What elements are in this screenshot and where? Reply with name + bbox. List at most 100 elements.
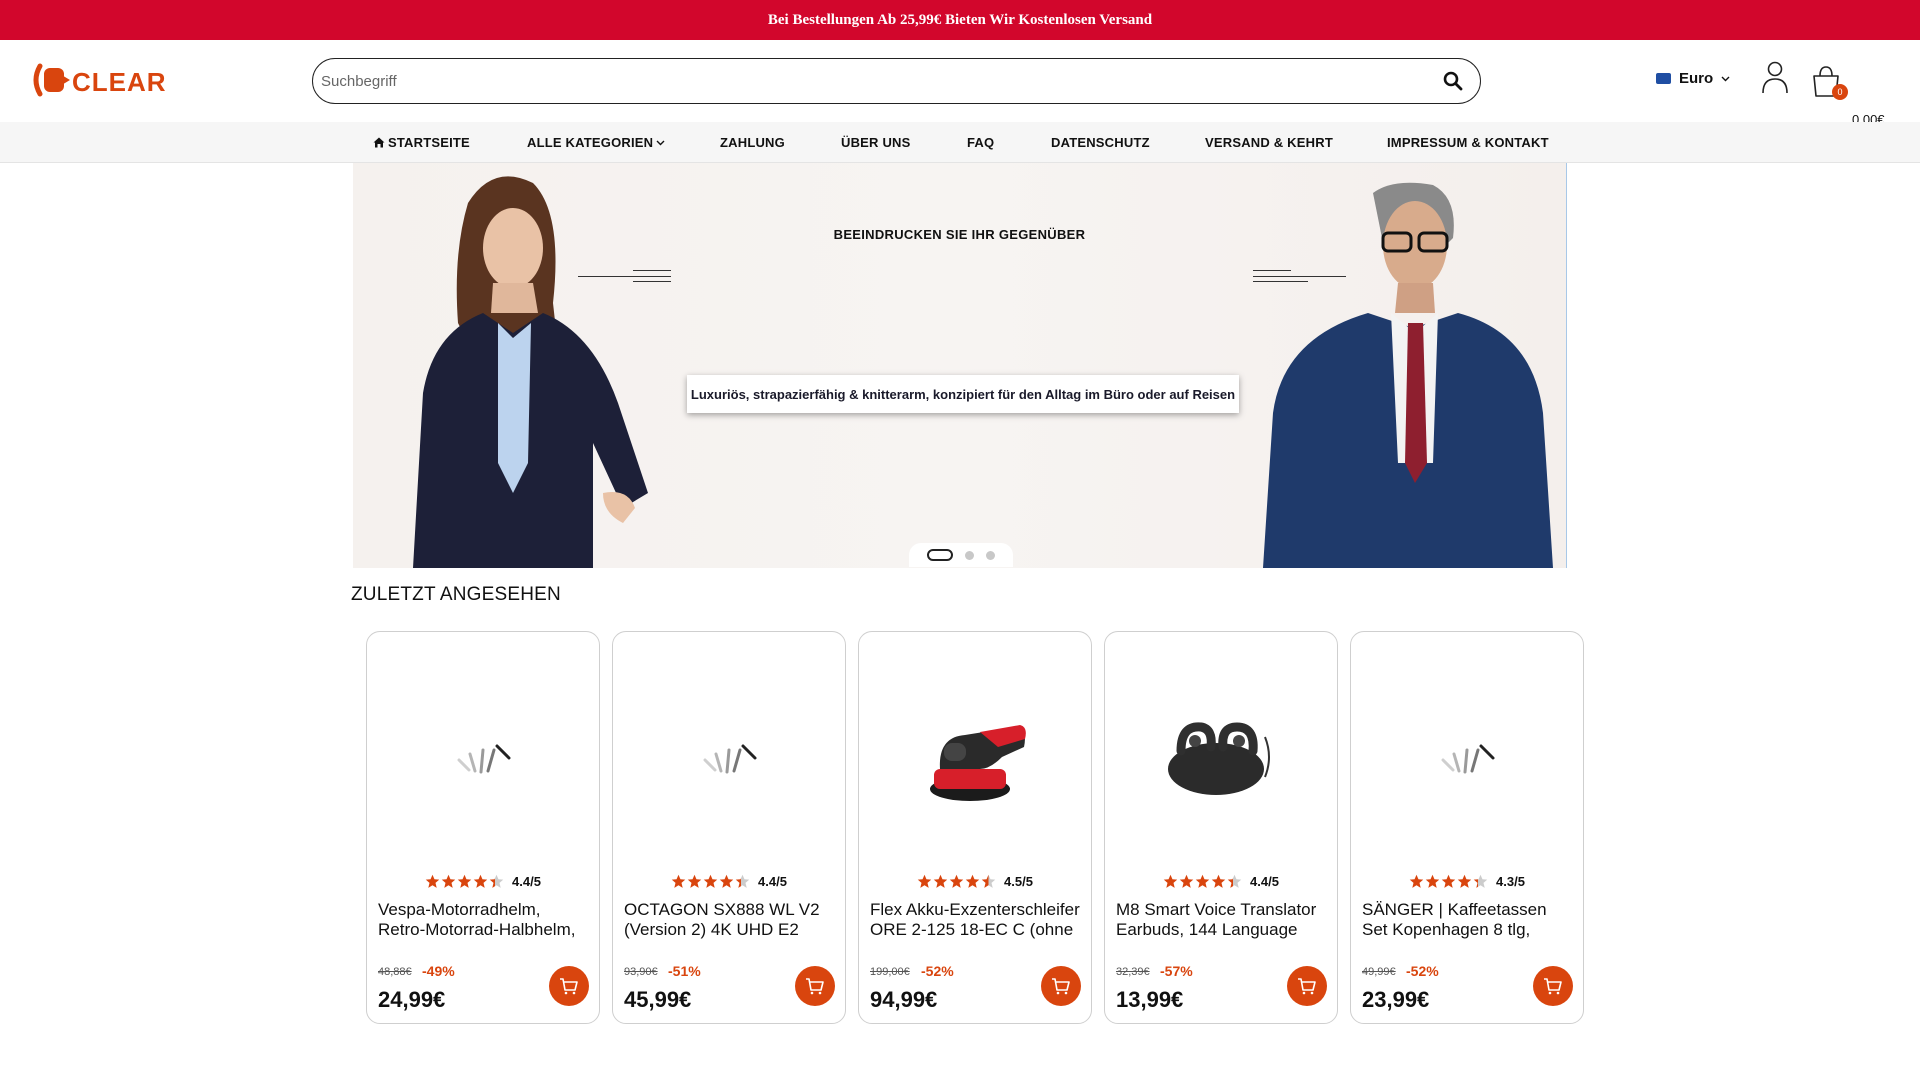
price: 13,99€ xyxy=(1116,987,1184,1012)
star-icon xyxy=(933,874,948,888)
cart-icon xyxy=(1544,978,1562,995)
nav-item-zahlung[interactable]: ZAHLUNG xyxy=(720,122,785,163)
nav-label: FAQ xyxy=(967,135,995,150)
nav-item-faq[interactable]: FAQ xyxy=(967,122,994,163)
product-card[interactable]: 4.3/5 SÄNGER | Kaffeetassen Set Kopenhag… xyxy=(1350,631,1584,1024)
announcement-bar: Bei Bestellungen Ab 25,99€ Bieten Wir Ko… xyxy=(0,0,1920,40)
currency-label: Euro xyxy=(1679,70,1714,87)
product-rating: 4.4/5 xyxy=(1105,874,1337,889)
nav-label: STARTSEITE xyxy=(388,135,470,150)
nav-item-impressum-kontakt[interactable]: IMPRESSUM & KONTAKT xyxy=(1387,122,1549,163)
star-icon xyxy=(457,874,472,888)
brand-logo[interactable]: CLEAR xyxy=(30,62,167,98)
product-image xyxy=(1105,682,1337,832)
rating-value: 4.5/5 xyxy=(1004,874,1033,889)
carousel-dot-2[interactable] xyxy=(965,550,974,560)
star-icon xyxy=(1425,874,1440,888)
price: 24,99€ xyxy=(378,987,446,1012)
product-rating: 4.3/5 xyxy=(1351,874,1583,889)
star-icon xyxy=(735,874,750,888)
old-price: 48,88€ xyxy=(378,966,412,978)
logo-mark-icon xyxy=(30,62,74,98)
star-icon xyxy=(425,874,440,888)
nav-label: DATENSCHUTZ xyxy=(1051,135,1150,150)
loading-icon xyxy=(457,744,511,774)
discount-badge: -52% xyxy=(1406,963,1439,979)
product-card[interactable]: 4.4/5 Vespa-Motorradhelm, Retro-Motorrad… xyxy=(366,631,600,1024)
star-rating-icon xyxy=(1409,874,1488,889)
star-icon xyxy=(949,874,964,888)
star-icon xyxy=(489,874,504,888)
loading-icon xyxy=(703,744,757,774)
hero-tagline: Luxuriös, strapazierfähig & knitterarm, … xyxy=(687,375,1239,413)
add-to-cart-button[interactable] xyxy=(1041,966,1081,1006)
star-rating-icon xyxy=(917,874,996,889)
hero-woman-image xyxy=(413,176,648,568)
discount-badge: -57% xyxy=(1160,963,1193,979)
star-icon xyxy=(1195,874,1210,888)
product-card[interactable]: 4.4/5 M8 Smart Voice Translator Earbuds,… xyxy=(1104,631,1338,1024)
star-icon xyxy=(981,874,996,888)
discount-badge: -49% xyxy=(422,963,455,979)
old-price: 49,99€ xyxy=(1362,966,1396,978)
hero-banner[interactable]: BEEINDRUCKEN SIE IHR GEGENÜBER Luxuriös,… xyxy=(353,163,1567,568)
add-to-cart-button[interactable] xyxy=(1287,966,1327,1006)
old-price: 199,00€ xyxy=(870,966,910,978)
cart-count-badge: 0 xyxy=(1832,84,1848,100)
discount-badge: -52% xyxy=(921,963,954,979)
cart-icon xyxy=(560,978,578,995)
add-to-cart-button[interactable] xyxy=(549,966,589,1006)
chevron-down-icon xyxy=(656,140,665,145)
rating-value: 4.3/5 xyxy=(1496,874,1525,889)
star-icon xyxy=(687,874,702,888)
product-rating: 4.4/5 xyxy=(613,874,845,889)
product-card[interactable]: 4.4/5 OCTAGON SX888 WL V2 (Version 2) 4K… xyxy=(612,631,846,1024)
nav-item-ueber-uns[interactable]: ÜBER UNS xyxy=(841,122,911,163)
user-icon xyxy=(1762,61,1788,94)
old-price: 93,90€ xyxy=(624,966,658,978)
cart-icon xyxy=(1052,978,1070,995)
star-rating-icon xyxy=(1163,874,1242,889)
cart-icon xyxy=(1298,978,1316,995)
star-icon xyxy=(1179,874,1194,888)
hero-decoration-line xyxy=(633,281,671,282)
product-card[interactable]: 4.5/5 Flex Akku-Exzenterschleifer ORE 2-… xyxy=(858,631,1092,1024)
star-icon xyxy=(1211,874,1226,888)
add-to-cart-button[interactable] xyxy=(1533,966,1573,1006)
hero-decoration-line xyxy=(633,270,671,271)
search-input[interactable] xyxy=(321,72,1440,90)
price: 23,99€ xyxy=(1362,987,1430,1012)
nav-item-alle-kategorien[interactable]: ALLE KATEGORIEN xyxy=(527,122,665,163)
product-rating: 4.5/5 xyxy=(859,874,1091,889)
product-title[interactable]: M8 Smart Voice Translator Earbuds, 144 L… xyxy=(1116,900,1327,940)
search-button[interactable] xyxy=(1440,68,1466,94)
hero-decoration-line xyxy=(578,276,671,277)
nav-item-versand-kehrt[interactable]: VERSAND & KEHRT xyxy=(1205,122,1333,163)
cart-icon xyxy=(806,978,824,995)
chevron-down-icon xyxy=(1721,76,1730,81)
rating-value: 4.4/5 xyxy=(758,874,787,889)
rating-value: 4.4/5 xyxy=(512,874,541,889)
loading-icon xyxy=(1441,744,1495,774)
section-title-recently-viewed: ZULETZT ANGESEHEN xyxy=(351,584,561,605)
product-title[interactable]: OCTAGON SX888 WL V2 (Version 2) 4K UHD E… xyxy=(624,900,835,940)
product-title[interactable]: Flex Akku-Exzenterschleifer ORE 2-125 18… xyxy=(870,900,1081,940)
star-icon xyxy=(1409,874,1424,888)
star-icon xyxy=(719,874,734,888)
product-title[interactable]: SÄNGER | Kaffeetassen Set Kopenhagen 8 t… xyxy=(1362,900,1573,940)
add-to-cart-button[interactable] xyxy=(795,966,835,1006)
nav-item-datenschutz[interactable]: DATENSCHUTZ xyxy=(1051,122,1150,163)
product-title[interactable]: Vespa-Motorradhelm, Retro-Motorrad-Halbh… xyxy=(378,900,589,940)
carousel-dot-3[interactable] xyxy=(986,550,995,560)
product-rating: 4.4/5 xyxy=(367,874,599,889)
nav-label: ZAHLUNG xyxy=(720,135,785,150)
star-icon xyxy=(1441,874,1456,888)
currency-selector[interactable]: Euro xyxy=(1656,70,1730,87)
account-button[interactable] xyxy=(1760,60,1790,100)
nav-item-startseite[interactable]: STARTSEITE xyxy=(373,122,470,163)
star-icon xyxy=(473,874,488,888)
carousel-dot-1[interactable] xyxy=(927,549,953,561)
nav-label: ALLE KATEGORIEN xyxy=(527,135,654,150)
site-header: CLEAR Euro 0 0,00€ xyxy=(0,40,1920,127)
nav-label: IMPRESSUM & KONTAKT xyxy=(1387,135,1549,150)
